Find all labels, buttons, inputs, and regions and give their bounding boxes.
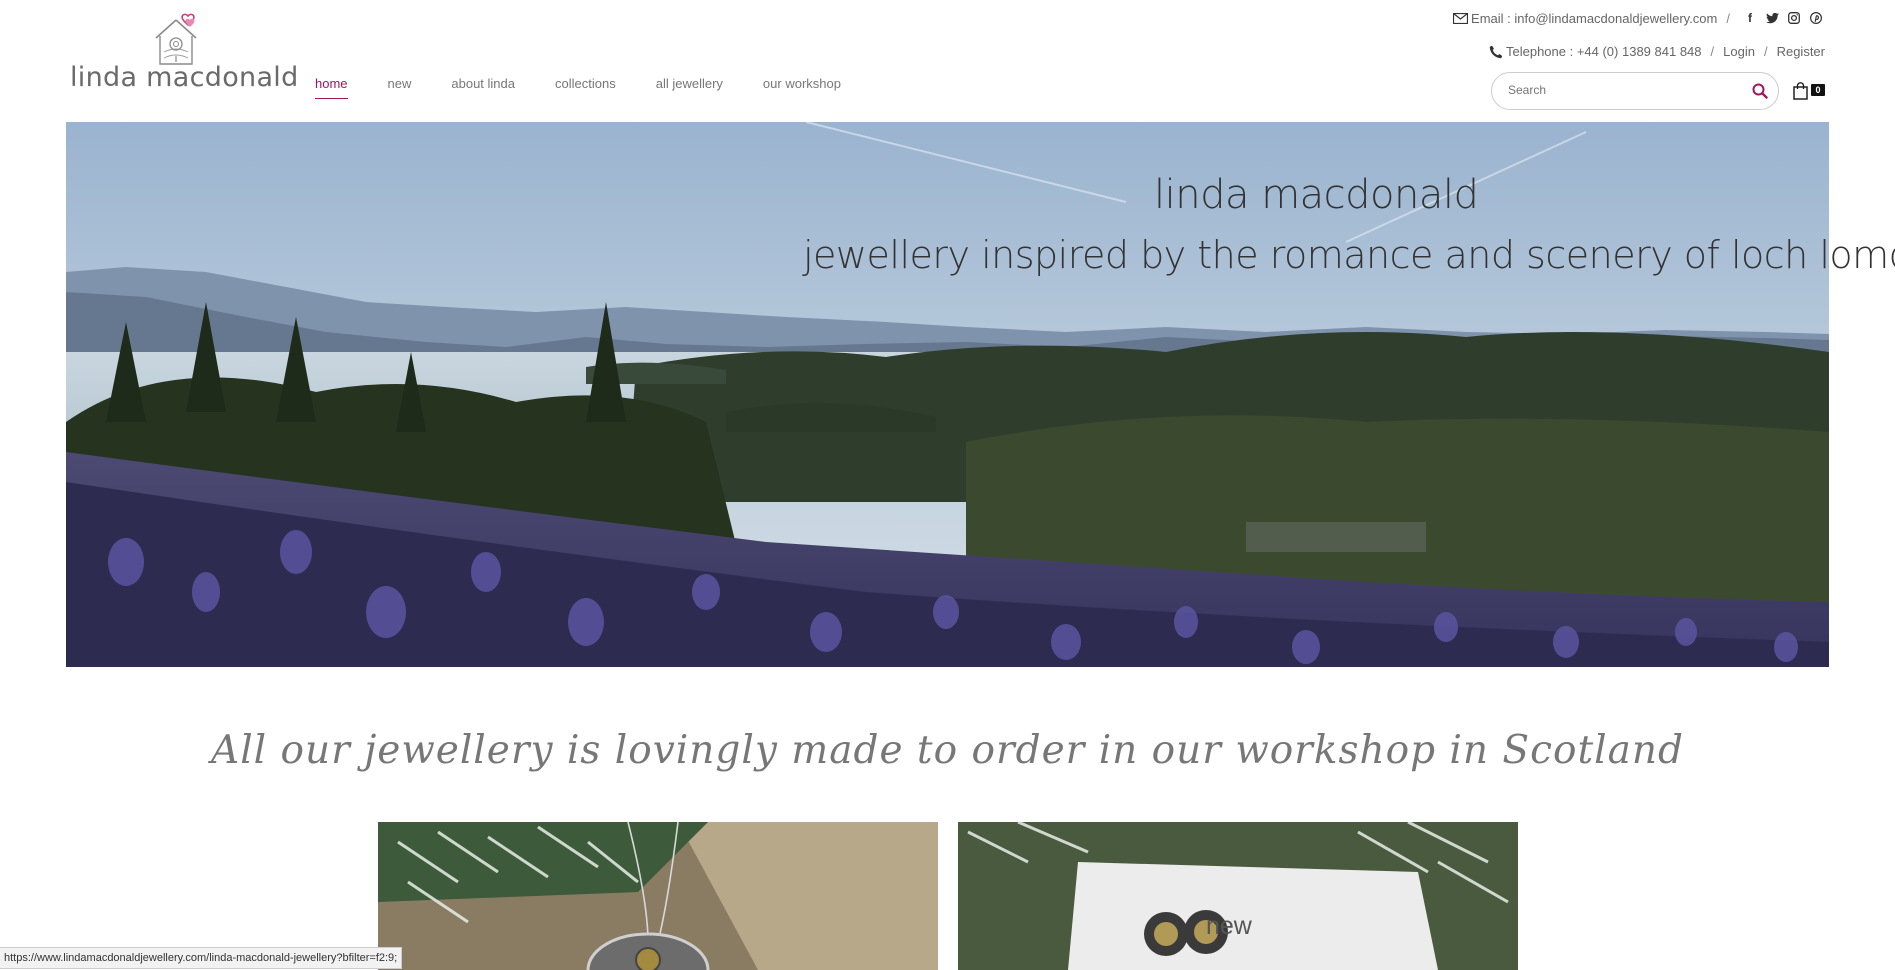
nav-item-home[interactable]: home: [315, 76, 348, 99]
instagram-icon[interactable]: [1786, 10, 1802, 26]
pinterest-icon[interactable]: [1808, 10, 1824, 26]
hero-title: linda macdonald: [1154, 172, 1479, 218]
top-account-bar: Telephone : +44 (0) 1389 841 848 / Login…: [1489, 44, 1825, 59]
envelope-icon: [1453, 12, 1469, 24]
shopping-bag-icon: [1793, 82, 1808, 100]
main-nav: home new about linda collections all jew…: [315, 76, 881, 99]
phone-icon: [1489, 45, 1503, 59]
telephone-text: Telephone : +44 (0) 1389 841 848: [1505, 44, 1702, 59]
nav-item-collections[interactable]: collections: [555, 76, 616, 99]
hero-banner[interactable]: [66, 122, 1829, 667]
register-link[interactable]: Register: [1777, 44, 1825, 59]
search-icon[interactable]: [1752, 83, 1768, 99]
facebook-icon[interactable]: f: [1742, 10, 1758, 26]
earrings-product-image: [958, 822, 1518, 970]
search-input[interactable]: [1506, 82, 1740, 98]
product-tile-new[interactable]: [958, 822, 1518, 970]
site-logo[interactable]: linda macdonald: [68, 12, 298, 93]
twitter-icon[interactable]: [1764, 10, 1780, 26]
separator: /: [1763, 44, 1768, 59]
logo-text: linda macdonald: [70, 62, 299, 93]
cart-count-badge: 0: [1811, 84, 1825, 96]
separator: /: [1710, 44, 1715, 59]
nav-item-new[interactable]: new: [388, 76, 412, 99]
top-contact-bar: Email : info@lindamacdonaldjewellery.com…: [1453, 10, 1827, 26]
browser-status-url: https://www.lindamacdonaldjewellery.com/…: [0, 947, 403, 969]
birdhouse-logo-icon: [155, 13, 197, 65]
separator: /: [1726, 10, 1730, 26]
nav-item-all-jewellery[interactable]: all jewellery: [656, 76, 723, 99]
tile-new-label: new: [1206, 912, 1252, 940]
tagline: All our jewellery is lovingly made to or…: [211, 728, 1684, 773]
search-box: [1491, 72, 1779, 110]
nav-item-about-linda[interactable]: about linda: [451, 76, 515, 99]
nav-item-our-workshop[interactable]: our workshop: [763, 76, 841, 99]
loch-lomond-landscape-image: [66, 122, 1829, 667]
hero-subtitle: jewellery inspired by the romance and sc…: [803, 233, 1895, 277]
login-link[interactable]: Login: [1723, 44, 1755, 59]
cart-button[interactable]: 0: [1793, 82, 1829, 102]
product-tile-pendant[interactable]: [378, 822, 938, 970]
pendant-product-image: [378, 822, 938, 970]
email-link[interactable]: Email : info@lindamacdonaldjewellery.com: [1471, 11, 1717, 26]
